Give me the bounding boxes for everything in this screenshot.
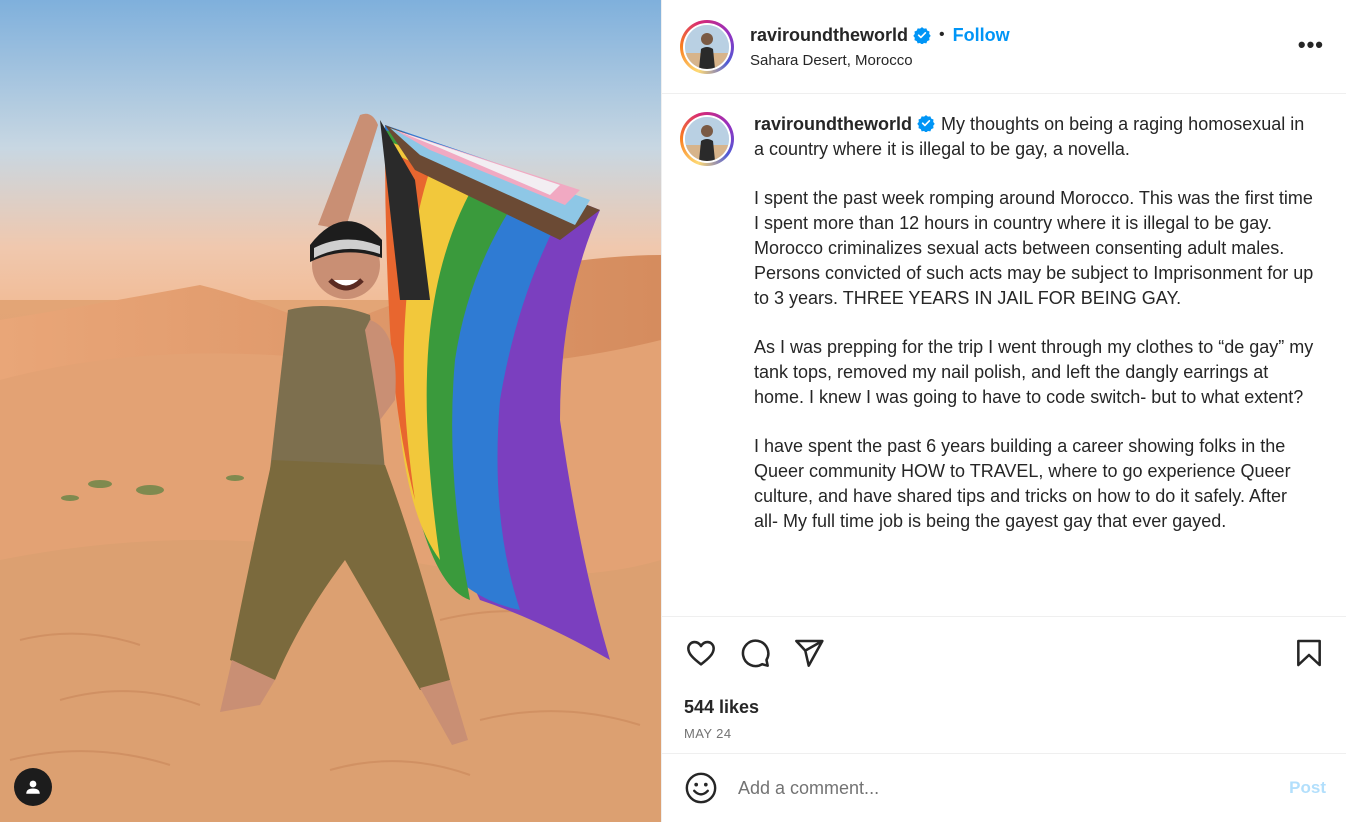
comment-input[interactable] — [738, 777, 1290, 799]
caption-paragraph: I have spent the past 6 years building a… — [754, 436, 1291, 531]
caption-text: raviroundtheworld My thoughts on being a… — [754, 112, 1314, 616]
author-username[interactable]: raviroundtheworld — [750, 25, 908, 46]
avatar-image — [685, 24, 729, 69]
caption-username[interactable]: raviroundtheworld — [754, 114, 912, 134]
caption-paragraph: As I was prepping for the trip I went th… — [754, 337, 1314, 407]
post-date[interactable]: MAY 24 — [684, 726, 1326, 741]
engagement-section: 544 likes MAY 24 — [662, 616, 1346, 741]
bookmark-icon — [1297, 639, 1321, 667]
caption-paragraph: I spent the past week romping around Mor… — [754, 188, 1313, 258]
likes-count[interactable]: 544 likes — [684, 697, 1326, 718]
verified-badge-icon — [917, 115, 935, 133]
author-avatar[interactable] — [680, 19, 734, 74]
separator-dot: • — [939, 26, 945, 43]
desert-pride-flag-photo — [0, 0, 661, 822]
caption-paragraph: Persons convicted of such acts may be su… — [754, 262, 1314, 308]
share-icon — [795, 639, 824, 667]
post-header: raviroundtheworld • Follow Sahara Desert… — [662, 0, 1346, 94]
tagged-users-button[interactable] — [14, 768, 52, 806]
follow-button[interactable]: Follow — [953, 25, 1010, 46]
caption-section: raviroundtheworld My thoughts on being a… — [662, 94, 1346, 616]
action-bar — [684, 633, 1326, 673]
save-button[interactable] — [1292, 636, 1326, 670]
more-options-button[interactable]: ••• — [1298, 34, 1324, 56]
heart-icon — [687, 640, 715, 666]
location-link[interactable]: Sahara Desert, Morocco — [750, 52, 1010, 69]
instagram-post: raviroundtheworld • Follow Sahara Desert… — [0, 0, 1346, 822]
avatar-image — [685, 117, 729, 161]
verified-badge-icon — [913, 27, 931, 44]
like-button[interactable] — [684, 636, 718, 670]
post-details-panel: raviroundtheworld • Follow Sahara Desert… — [661, 0, 1346, 822]
share-button[interactable] — [792, 636, 826, 670]
caption-author-avatar[interactable] — [680, 112, 734, 166]
comment-bar: Post — [662, 753, 1346, 822]
user-icon — [26, 780, 40, 794]
emoji-icon[interactable] — [684, 771, 718, 805]
post-comment-button[interactable]: Post — [1289, 778, 1326, 798]
comment-button[interactable] — [738, 636, 772, 670]
comment-icon — [741, 639, 770, 668]
post-photo[interactable] — [0, 0, 661, 822]
